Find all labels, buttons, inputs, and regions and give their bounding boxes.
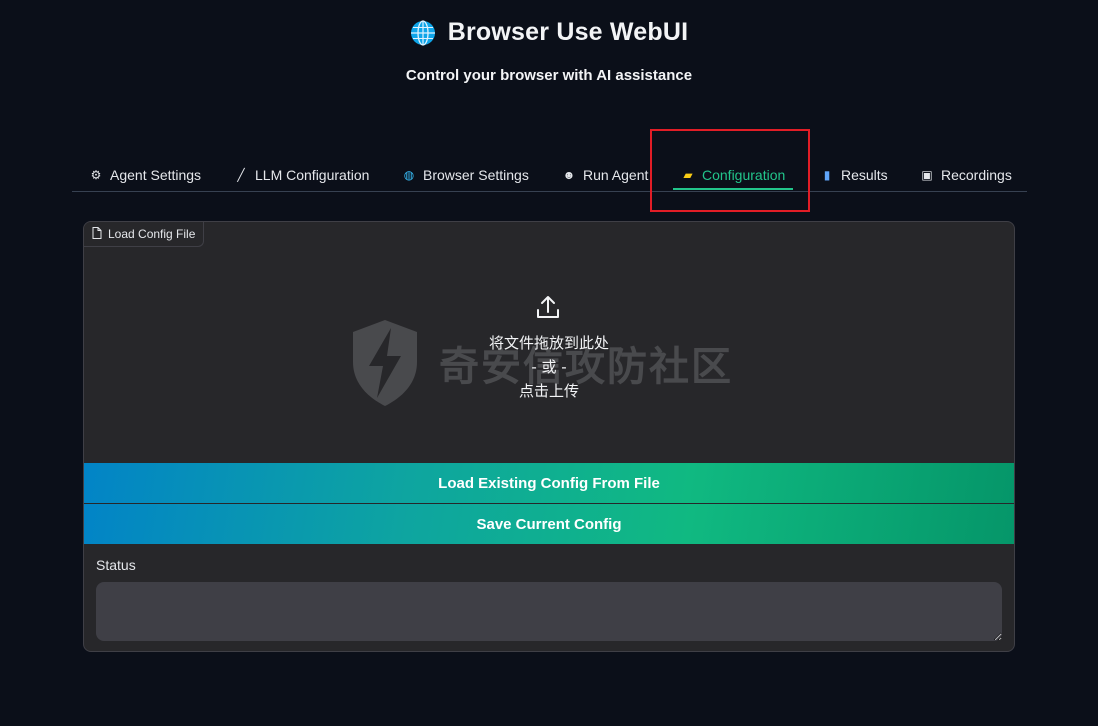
click-to-upload-text: 点击上传 bbox=[518, 382, 579, 400]
gear-icon: ⚙ bbox=[90, 168, 102, 182]
tab-browser-settings[interactable]: ◍ Browser Settings bbox=[402, 160, 529, 190]
wand-icon: ╱ bbox=[237, 168, 245, 182]
tab-label: Agent Settings bbox=[110, 167, 202, 183]
status-output[interactable] bbox=[96, 582, 1002, 641]
page-title: Browser Use WebUI bbox=[447, 18, 689, 46]
file-icon bbox=[92, 226, 102, 242]
globe-icon: ◍ bbox=[403, 168, 415, 182]
drop-instruction: 将文件拖放到此处 bbox=[488, 334, 609, 352]
load-config-button[interactable]: Load Existing Config From File bbox=[84, 463, 1014, 503]
config-panel: Load Config File 奇安信攻防社区 将文件拖放到此处 - 或 - … bbox=[83, 221, 1015, 652]
save-config-button[interactable]: Save Current Config bbox=[84, 504, 1014, 544]
status-label: Status bbox=[96, 557, 136, 573]
tab-label: Run Agent bbox=[583, 167, 649, 183]
drop-or-separator: - 或 - bbox=[531, 358, 567, 376]
tab-llm-configuration[interactable]: ╱ LLM Configuration bbox=[234, 160, 369, 190]
tab-label: Results bbox=[841, 167, 888, 183]
robot-icon: ☻ bbox=[562, 168, 576, 182]
tab-run-agent[interactable]: ☻ Run Agent bbox=[562, 160, 649, 190]
camera-icon: ▣ bbox=[921, 168, 933, 182]
upload-icon bbox=[537, 296, 559, 318]
file-upload-label-text: Load Config File bbox=[108, 227, 196, 241]
tab-agent-settings[interactable]: ⚙ Agent Settings bbox=[89, 160, 201, 190]
tab-bar: ⚙ Agent Settings ╱ LLM Configuration ◍ B… bbox=[72, 160, 1027, 192]
globe-icon bbox=[410, 19, 436, 46]
bar-chart-icon: ▮ bbox=[823, 168, 831, 182]
tab-label: Recordings bbox=[941, 167, 1012, 183]
title-row: Browser Use WebUI bbox=[0, 18, 1098, 47]
file-upload-label: Load Config File bbox=[84, 222, 205, 247]
highlight-annotation-box bbox=[650, 129, 810, 212]
page-subtitle: Control your browser with AI assistance bbox=[405, 67, 693, 84]
tab-label: LLM Configuration bbox=[255, 167, 370, 183]
tab-recordings[interactable]: ▣ Recordings bbox=[920, 160, 1012, 190]
tab-results[interactable]: ▮ Results bbox=[820, 160, 888, 190]
tab-label: Browser Settings bbox=[423, 167, 529, 183]
file-drop-zone[interactable]: 奇安信攻防社区 将文件拖放到此处 - 或 - 点击上传 bbox=[84, 222, 1014, 463]
